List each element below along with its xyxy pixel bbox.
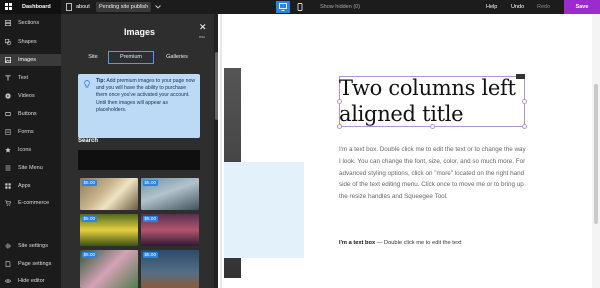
cart-icon — [5, 200, 11, 206]
star-icon — [5, 147, 11, 153]
esc-hint: esc — [199, 34, 206, 39]
premium-image-thumbnail[interactable]: $5.00 — [80, 250, 138, 288]
text-icon — [5, 75, 11, 81]
dashboard-button[interactable]: Dashboard — [0, 0, 61, 14]
mobile-icon — [297, 3, 303, 11]
lightbulb-icon — [84, 80, 90, 88]
sidebar-item-ecommerce[interactable]: E-commerce — [0, 197, 61, 209]
desktop-icon — [279, 3, 287, 11]
sidebar-item-label: Icons — [18, 147, 32, 153]
sidebar-item-label: Text — [18, 75, 29, 81]
mobile-view-button[interactable] — [293, 1, 307, 13]
page-settings-icon — [5, 261, 11, 267]
sidebar-item-label: E-commerce — [18, 200, 50, 206]
price-badge: $5.00 — [82, 180, 97, 186]
premium-image-thumbnail[interactable]: $5.00 — [80, 214, 138, 246]
redo-button[interactable]: Redo — [537, 0, 550, 14]
caption-text-box[interactable]: I'm a text box — Double click me to edit… — [339, 240, 461, 246]
top-bar: Dashboard about Pending site publish Sho… — [0, 0, 600, 14]
sidebar-item-label: Forms — [18, 129, 34, 135]
price-badge: $5.00 — [143, 252, 158, 258]
sidebar-item-forms[interactable]: Forms — [0, 126, 61, 138]
sidebar-item-buttons[interactable]: Buttons — [0, 108, 61, 120]
sidebar-item-label: Sections — [18, 20, 40, 26]
sidebar-item-page-settings[interactable]: Page settings — [0, 258, 61, 270]
premium-image-thumbnail[interactable]: $5.00 — [141, 178, 199, 210]
sidebar-item-images[interactable]: Images — [0, 54, 61, 66]
chevron-down-icon[interactable] — [155, 0, 161, 14]
sidebar-item-label: Site settings — [18, 243, 48, 249]
price-badge: $5.00 — [82, 252, 97, 258]
sidebar-item-sections[interactable]: Sections — [0, 17, 61, 29]
tab-galleries[interactable]: Galleries — [157, 51, 197, 64]
sidebar-item-label: Site Menu — [18, 165, 43, 171]
undo-button[interactable]: Undo — [511, 0, 524, 14]
page-name[interactable]: about — [76, 0, 90, 14]
premium-image-thumbnail[interactable]: $5.00 — [141, 250, 199, 288]
body-text-box[interactable]: I'm a text box. Double click me to edit … — [339, 144, 529, 203]
price-badge: $5.00 — [82, 216, 97, 222]
page-icon — [66, 3, 72, 11]
sidebar-item-label: Images — [18, 57, 37, 63]
sidebar-item-site-menu[interactable]: Site Menu — [0, 162, 61, 174]
premium-image-thumbnail[interactable]: $5.00 — [80, 178, 138, 210]
sidebar-item-icons[interactable]: Icons — [0, 144, 61, 156]
premium-image-thumbnail[interactable]: $5.00 — [141, 214, 199, 246]
publish-status-badge[interactable]: Pending site publish — [96, 2, 152, 12]
help-button[interactable]: Help — [486, 0, 497, 14]
sidebar-item-videos[interactable]: Videos — [0, 90, 61, 102]
eye-icon — [5, 279, 11, 283]
sidebar-item-hide-editor[interactable]: Hide editor — [0, 275, 61, 287]
grid-icon — [5, 3, 12, 10]
save-button[interactable]: Save — [564, 0, 600, 14]
panel-title: Images — [123, 27, 156, 37]
button-icon — [5, 112, 11, 116]
image-icon — [5, 57, 11, 63]
dashboard-label: Dashboard — [22, 4, 51, 10]
shapes-icon — [5, 39, 11, 45]
search-input[interactable] — [78, 150, 200, 170]
images-panel: Images ✕ esc Site Premium Galleries Tip:… — [61, 14, 218, 288]
tab-premium[interactable]: Premium — [108, 51, 154, 64]
sidebar-item-label: Hide editor — [18, 278, 45, 284]
sections-icon — [5, 20, 11, 26]
tip-box: Tip: Add premium images to your page now… — [78, 74, 200, 138]
canvas-edge — [220, 14, 222, 288]
canvas-scrollbar[interactable] — [592, 14, 600, 288]
sidebar-item-label: Page settings — [18, 261, 52, 267]
gear-icon — [5, 243, 11, 249]
desktop-view-button[interactable] — [276, 1, 290, 13]
tab-site[interactable]: Site — [75, 51, 111, 64]
sidebar-item-apps[interactable]: Apps — [0, 180, 61, 192]
sidebar-item-label: Buttons — [18, 111, 37, 117]
sidebar-item-label: Videos — [18, 93, 35, 99]
price-badge: $5.00 — [143, 216, 158, 222]
sidebar-item-text[interactable]: Text — [0, 72, 61, 84]
page-title[interactable]: Two columns left aligned title — [339, 75, 529, 127]
search-label: Search — [78, 138, 99, 144]
menu-icon — [5, 165, 11, 171]
video-icon — [5, 93, 11, 99]
background-shape[interactable] — [224, 162, 304, 258]
sidebar: Sections Shapes Images Text Videos Butto… — [0, 14, 61, 288]
sidebar-item-label: Apps — [18, 183, 31, 189]
sidebar-item-label: Shapes — [18, 39, 37, 45]
sidebar-item-shapes[interactable]: Shapes — [0, 36, 61, 48]
close-icon[interactable]: ✕ — [199, 22, 207, 33]
tip-text: Tip: Add premium images to your page now… — [96, 78, 196, 113]
apps-icon — [5, 183, 11, 189]
show-hidden-toggle[interactable]: Show hidden (0) — [320, 0, 360, 14]
sidebar-item-site-settings[interactable]: Site settings — [0, 240, 61, 252]
form-icon — [5, 129, 11, 135]
price-badge: $5.00 — [143, 180, 158, 186]
